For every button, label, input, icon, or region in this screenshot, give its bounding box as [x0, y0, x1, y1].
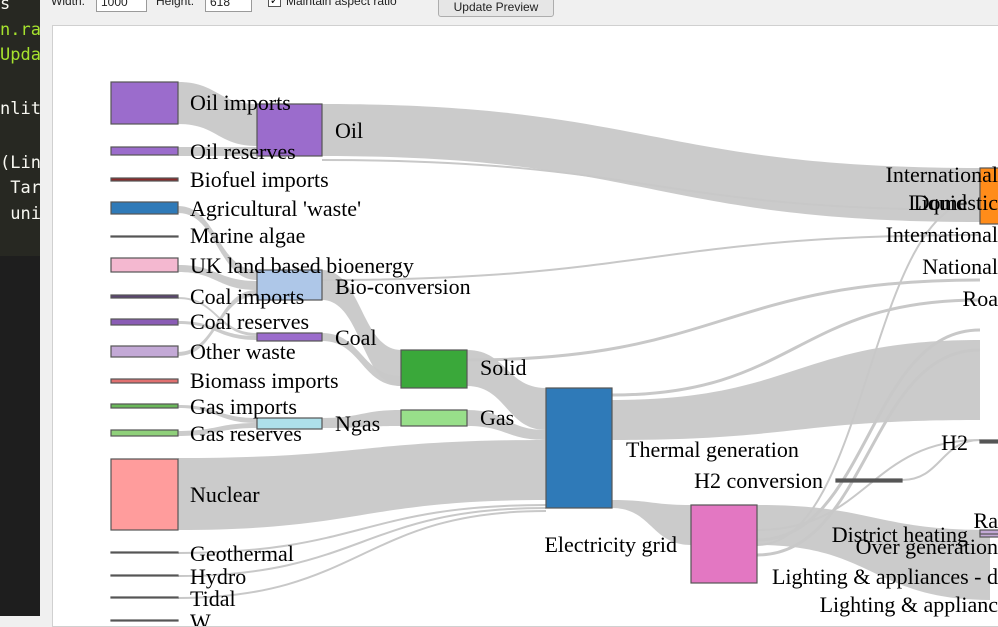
sankey-node — [690, 504, 758, 584]
sankey-preview-panel: Oil imports Oil reserves Biofuel imports Ag… — [52, 25, 998, 627]
sankey-link — [612, 340, 980, 440]
sankey-node-label: Other waste — [190, 339, 296, 364]
code-line[interactable]: s — [0, 0, 10, 14]
sankey-node — [110, 318, 179, 326]
sankey-node-label: Roa — [963, 286, 998, 311]
width-input[interactable] — [96, 0, 147, 12]
sankey-node-label: Ngas — [335, 411, 380, 436]
code-line[interactable]: n.ra — [0, 20, 40, 40]
sankey-node-label: National — [922, 254, 998, 279]
sankey-node-label: International — [886, 162, 998, 187]
aspect-ratio-checkbox[interactable]: ✓ — [268, 0, 281, 7]
sankey-node-label: Oil reserves — [190, 139, 296, 164]
sankey-node-label: International — [886, 222, 998, 247]
code-line[interactable]: Updat — [0, 45, 40, 65]
height-label: Height: — [156, 0, 195, 8]
sankey-node-label: Domestic — [914, 190, 998, 215]
sankey-node — [110, 201, 179, 215]
code-line[interactable]: uni — [0, 204, 40, 224]
sankey-node-label: Agricultural 'waste' — [190, 196, 361, 221]
sankey-node — [110, 429, 179, 437]
sankey-node-label: H2 — [941, 430, 968, 455]
sankey-node — [110, 345, 179, 358]
sankey-node-label: Nuclear — [190, 482, 260, 507]
sankey-node — [110, 574, 179, 577]
sankey-node-label: Coal imports — [190, 284, 304, 309]
sankey-node — [110, 294, 179, 299]
height-input[interactable] — [205, 0, 252, 12]
sankey-node-label: Ra — [974, 508, 998, 533]
sankey-node-label: Electricity grid — [544, 532, 677, 557]
sankey-node — [835, 478, 903, 483]
sankey-node-label: Coal reserves — [190, 309, 309, 334]
sankey-link — [322, 104, 980, 222]
sankey-node — [400, 349, 468, 389]
sankey-node-label: Tidal — [190, 586, 236, 611]
sankey-node — [110, 235, 179, 238]
update-preview-button[interactable]: Update Preview — [438, 0, 554, 17]
sankey-node-label: Oil imports — [190, 90, 291, 115]
sankey-node-label: Coal — [335, 325, 377, 350]
sankey-node — [110, 551, 179, 554]
code-line[interactable]: nlit — [0, 99, 40, 119]
sankey-node-label: Gas — [480, 405, 514, 430]
aspect-ratio-label: Maintain aspect ratio — [286, 0, 397, 8]
sankey-node-label: Lighting & applianc — [820, 592, 998, 617]
sankey-node — [400, 409, 468, 427]
sankey-node — [110, 81, 179, 125]
sankey-node — [545, 387, 613, 509]
sankey-diagram: Oil imports Oil reserves Biofuel imports Ag… — [110, 81, 998, 626]
sankey-node-label: H2 conversion — [694, 468, 823, 493]
sankey-node-label: Lighting & appliances - d — [772, 564, 998, 589]
sankey-node — [110, 146, 179, 156]
sankey-node-label: Geothermal — [190, 541, 294, 566]
sankey-node-label: Biofuel imports — [190, 167, 329, 192]
sankey-node-label: Biomass imports — [190, 368, 339, 393]
sankey-node — [110, 458, 179, 531]
sankey-node — [110, 403, 179, 409]
sankey-node — [110, 619, 179, 622]
sankey-node-label: Gas reserves — [190, 421, 302, 446]
sankey-node-label: Over generation — [856, 534, 998, 559]
sankey-node-label: Solid — [480, 355, 526, 380]
sankey-node — [110, 596, 179, 599]
code-editor-panel[interactable]: s n.ra Updat nlit (Lin Tar uni — [0, 0, 40, 616]
code-line[interactable]: (Lin — [0, 153, 40, 173]
sankey-node-label: Marine algae — [190, 223, 305, 248]
sankey-node-label: W — [190, 609, 211, 626]
sankey-node — [110, 257, 179, 273]
width-label: Width: — [51, 0, 86, 8]
code-line[interactable]: Tar — [0, 178, 40, 198]
sankey-node-label: Bio-conversion — [335, 274, 471, 299]
preview-toolbar: Width: Height: ✓ Maintain aspect ratio U… — [40, 0, 998, 22]
sankey-node — [979, 439, 998, 444]
sankey-node — [110, 177, 179, 182]
sankey-node-label: Gas imports — [190, 394, 297, 419]
sankey-node-label: Thermal generation — [626, 437, 799, 462]
sankey-node-label: Oil — [335, 118, 363, 143]
sankey-node — [110, 378, 179, 384]
